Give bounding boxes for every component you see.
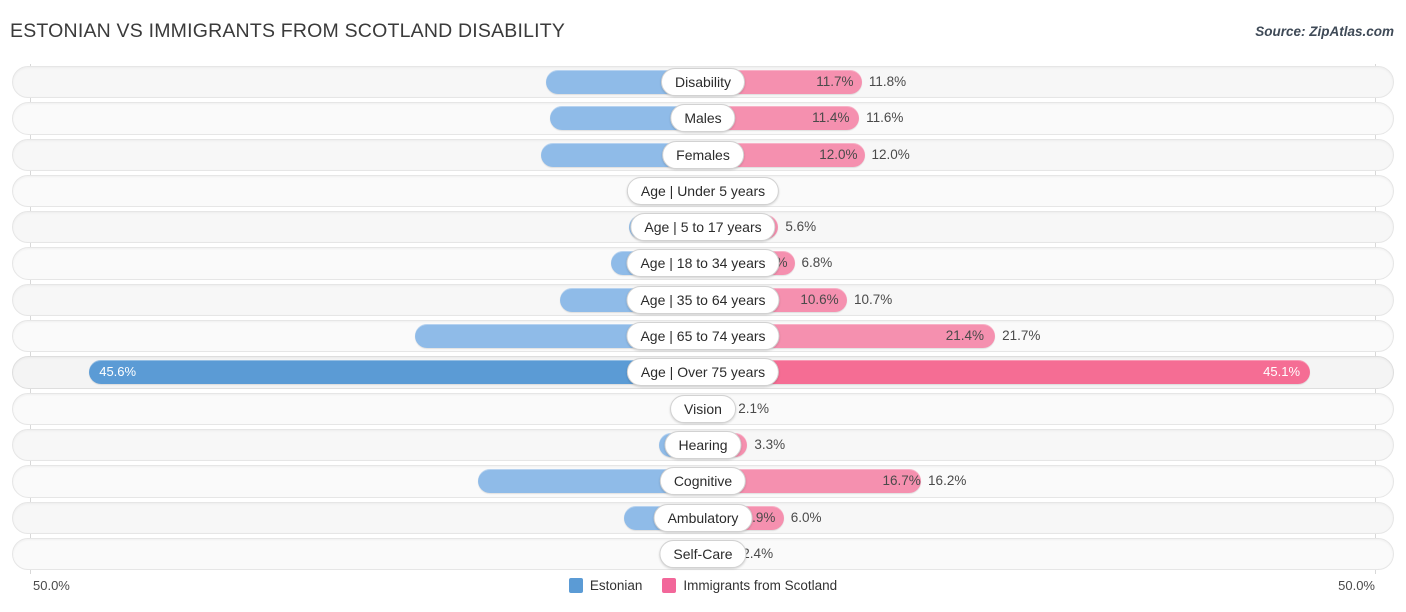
value-label-immigrants-from-scotland: 10.7%: [854, 291, 893, 307]
value-label-estonian: 16.7%: [882, 473, 921, 489]
value-label-immigrants-from-scotland: 6.8%: [801, 255, 833, 271]
row-category-label[interactable]: Age | 35 to 64 years: [626, 285, 780, 314]
chart-row[interactable]: 21.4% 21.7% Age | 65 to 74 years: [0, 318, 1406, 354]
legend-item[interactable]: Immigrants from Scotland: [662, 578, 837, 593]
value-label-estonian: 21.4%: [945, 328, 985, 344]
value-label-immigrants-from-scotland: 2.1%: [738, 400, 770, 416]
legend-swatch-icon: [662, 578, 677, 593]
bidirectional-bar-chart: 11.7% 11.8% Disability 11.4% 11.6% Males 12.0%…: [0, 64, 1406, 574]
row-category-label[interactable]: Disability: [660, 68, 746, 96]
row-category-label[interactable]: Age | 65 to 74 years: [626, 322, 780, 351]
chart-row[interactable]: 2.3%2.4%Self-Care: [0, 536, 1406, 572]
value-label-immigrants-from-scotland: 12.0%: [871, 146, 910, 162]
value-label-immigrants-from-scotland: 21.7%: [1002, 328, 1041, 344]
source-attribution: Source: ZipAtlas.com: [1255, 24, 1394, 39]
chart-page: ESTONIAN VS IMMIGRANTS FROM SCOTLAND DIS…: [0, 0, 1406, 612]
legend-label: Immigrants from Scotland: [683, 578, 838, 593]
chart-row[interactable]: 3.3%3.3%Hearing: [0, 427, 1406, 463]
chart-row[interactable]: 5.5%5.6%Age | 5 to 17 years: [0, 209, 1406, 245]
legend-label: Estonian: [589, 578, 643, 593]
row-category-label[interactable]: Cognitive: [659, 467, 747, 496]
chart-row[interactable]: 16.7% 16.2% Cognitive: [0, 463, 1406, 499]
value-label-immigrants-from-scotland: 3.3%: [754, 436, 786, 452]
chart-row[interactable]: 1.5%1.4%Age | Under 5 years: [0, 173, 1406, 209]
row-category-label[interactable]: Age | 5 to 17 years: [630, 213, 776, 242]
row-category-label[interactable]: Ambulatory: [653, 503, 753, 532]
value-label-estonian: 12.0%: [819, 146, 858, 162]
row-category-label[interactable]: Females: [662, 140, 744, 169]
bar-immigrants-from-scotland[interactable]: [703, 360, 1311, 385]
chart-row[interactable]: 5.9% 6.0% Ambulatory: [0, 500, 1406, 536]
value-label-immigrants-from-scotland: 11.6%: [866, 110, 904, 126]
value-label-immigrants-from-scotland: 2.4%: [742, 545, 774, 561]
chart-row[interactable]: 6.8%6.8%Age | 18 to 34 years: [0, 245, 1406, 281]
chart-row[interactable]: 11.7% 11.8% Disability: [0, 64, 1406, 100]
chart-row[interactable]: 11.4% 11.6% Males: [0, 100, 1406, 136]
row-category-label[interactable]: Self-Care: [659, 539, 747, 568]
legend-item[interactable]: Estonian: [568, 578, 643, 593]
row-category-label[interactable]: Age | Over 75 years: [626, 358, 780, 387]
row-category-label[interactable]: Vision: [670, 394, 736, 423]
value-label-immigrants-from-scotland: 16.2%: [928, 473, 967, 489]
page-title: ESTONIAN VS IMMIGRANTS FROM SCOTLAND DIS…: [10, 20, 566, 42]
value-label-estonian: 11.4%: [812, 110, 850, 126]
value-label-immigrants-from-scotland: 45.1%: [1263, 364, 1301, 380]
value-label-immigrants-from-scotland: 11.8%: [868, 74, 907, 89]
row-category-label[interactable]: Age | Under 5 years: [626, 176, 780, 205]
row-category-label[interactable]: Hearing: [664, 430, 742, 459]
chart-footer: 50.0% 50.0% Estonian Immigrants from Scot…: [0, 574, 1406, 612]
chart-row[interactable]: 10.6% 10.7% Age | 35 to 64 years: [0, 282, 1406, 318]
value-label-immigrants-from-scotland: 5.6%: [785, 219, 817, 235]
value-label-estonian: 45.6%: [99, 364, 137, 380]
row-category-label[interactable]: Males: [670, 104, 736, 133]
chart-row[interactable]: 45.6% 45.1% Age | Over 75 years: [0, 354, 1406, 390]
chart-rows: 11.7% 11.8% Disability 11.4% 11.6% Males 12.0%…: [0, 64, 1406, 572]
chart-row[interactable]: 12.0% 12.0% Females: [0, 137, 1406, 173]
legend-swatch-icon: [568, 578, 583, 593]
row-category-label[interactable]: Age | 18 to 34 years: [626, 249, 780, 278]
chart-legend: Estonian Immigrants from Scotland: [0, 578, 1406, 593]
value-label-immigrants-from-scotland: 6.0%: [790, 509, 822, 525]
chart-row[interactable]: 2.1%2.1%Vision: [0, 391, 1406, 427]
value-label-estonian: 11.7%: [816, 74, 854, 89]
